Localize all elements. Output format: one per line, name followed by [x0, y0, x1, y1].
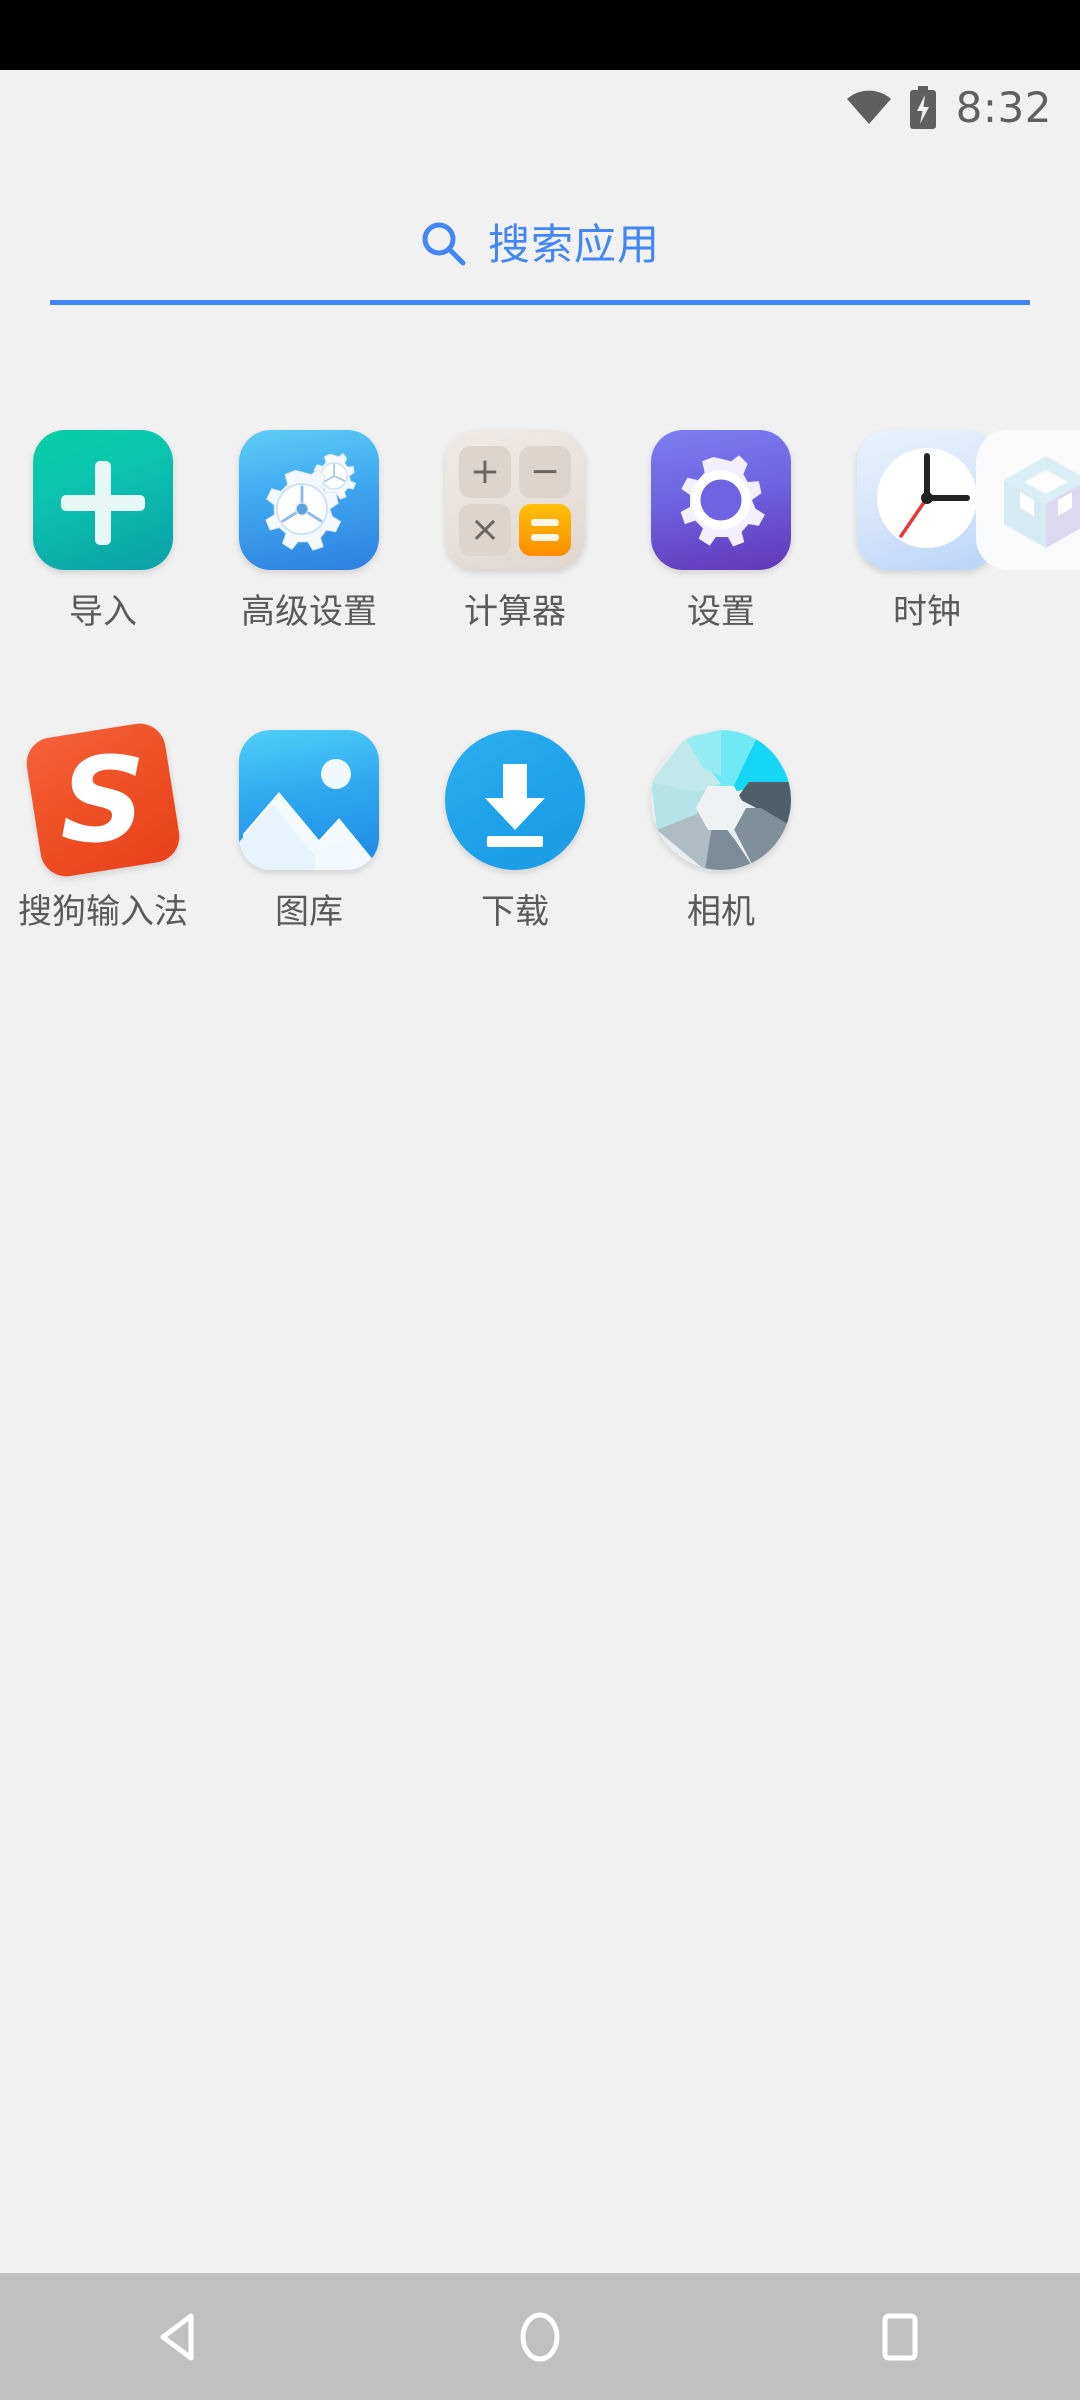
search-input[interactable]: 搜索应用 — [488, 224, 660, 266]
calc-key-equals — [519, 504, 571, 556]
battery-charging-icon — [908, 85, 938, 130]
app-label: 设置 — [687, 592, 755, 632]
sogou-input-icon[interactable]: S — [22, 719, 184, 881]
home-circle-icon — [520, 2312, 560, 2361]
app-label: 导入 — [69, 592, 137, 632]
calc-key-minus: − — [519, 446, 571, 498]
app-row: 导入 高级设置 + − × 计算器 设置 时钟 — [0, 400, 1080, 700]
notch-bar — [0, 0, 1080, 70]
app-label: 下载 — [481, 892, 549, 932]
navigation-bar — [0, 2273, 1080, 2400]
calc-key-plus: + — [459, 446, 511, 498]
download-icon[interactable] — [445, 730, 585, 870]
app-label: 计算器 — [464, 592, 566, 632]
app-item-calculator[interactable]: + − × 计算器 — [412, 400, 618, 700]
app-item-cube-partial[interactable] — [976, 430, 1080, 570]
app-item-download[interactable]: 下载 — [412, 700, 618, 1000]
status-bar: 8:32 — [0, 70, 1080, 145]
app-label: 图库 — [275, 892, 343, 932]
app-item-gallery[interactable]: 图库 — [206, 700, 412, 1000]
back-button[interactable] — [90, 2273, 270, 2400]
status-bar-clock: 8:32 — [955, 82, 1052, 132]
wifi-icon — [846, 90, 892, 126]
cube-icon[interactable] — [976, 430, 1080, 570]
home-button[interactable] — [450, 2273, 630, 2400]
camera-aperture-icon[interactable] — [651, 730, 791, 870]
gallery-icon[interactable] — [239, 730, 379, 870]
app-label: 高级设置 — [241, 592, 377, 632]
app-item-import[interactable]: 导入 — [0, 400, 206, 700]
app-label: 时钟 — [893, 592, 961, 632]
search-underline — [50, 300, 1030, 305]
app-item-sogou-input[interactable]: S 搜狗输入法 — [0, 700, 206, 1000]
app-label: 搜狗输入法 — [18, 892, 188, 932]
import-plus-icon[interactable] — [33, 430, 173, 570]
advanced-settings-gears-icon[interactable] — [239, 430, 379, 570]
back-triangle-icon — [160, 2313, 194, 2360]
settings-gear-icon[interactable] — [651, 430, 791, 570]
calculator-icon[interactable]: + − × — [445, 430, 585, 570]
app-row: S 搜狗输入法 图库 下载 相机 — [0, 700, 1080, 1000]
recents-button[interactable] — [810, 2273, 990, 2400]
phone-screen: 8:32 搜索应用 导入 高级设置 + − × 计算器 设置 时钟 S 搜狗输入… — [0, 0, 1080, 2400]
calc-key-multiply: × — [459, 504, 511, 556]
search-icon — [420, 220, 466, 270]
app-item-advanced-settings[interactable]: 高级设置 — [206, 400, 412, 700]
recents-square-icon — [882, 2313, 918, 2360]
search-input-row[interactable]: 搜索应用 — [50, 196, 1030, 294]
search-bar[interactable]: 搜索应用 — [50, 196, 1030, 306]
app-label: 相机 — [687, 892, 755, 932]
app-grid: 导入 高级设置 + − × 计算器 设置 时钟 S 搜狗输入法 图库 下载 相机 — [0, 400, 1080, 1000]
app-item-camera[interactable]: 相机 — [618, 700, 824, 1000]
app-item-settings[interactable]: 设置 — [618, 400, 824, 700]
